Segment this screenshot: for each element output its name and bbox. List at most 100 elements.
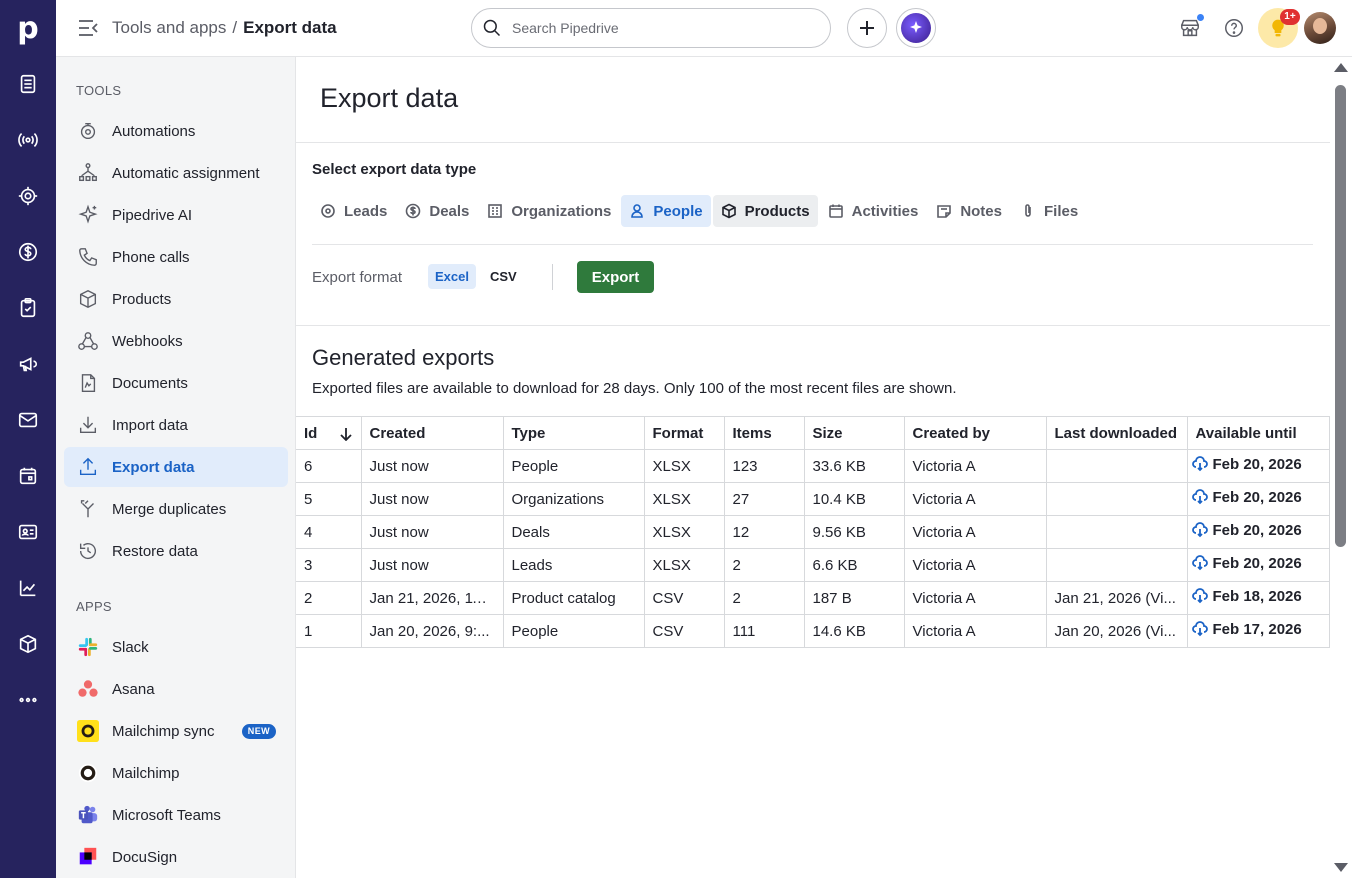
download-link[interactable]: Feb 18, 2026	[1213, 588, 1302, 605]
sidebar-item-phone-calls[interactable]: Phone calls	[64, 237, 288, 277]
scroll-up-arrow-icon[interactable]	[1334, 63, 1348, 72]
column-header-created-by[interactable]: Created by	[903, 416, 1047, 450]
automations-icon	[76, 119, 100, 143]
column-header-type[interactable]: Type	[502, 416, 645, 450]
cell-available-until[interactable]: Feb 20, 2026	[1186, 449, 1330, 483]
column-header-created[interactable]: Created	[360, 416, 504, 450]
column-header-last-downloaded[interactable]: Last downloaded	[1045, 416, 1188, 450]
download-link[interactable]: Feb 20, 2026	[1213, 522, 1302, 539]
cell-format: CSV	[643, 581, 725, 615]
cell-items: 123	[723, 449, 805, 483]
format-excel[interactable]: Excel	[428, 264, 476, 289]
more-icon[interactable]	[0, 680, 56, 720]
vertical-scrollbar[interactable]	[1330, 57, 1352, 878]
cell-items: 2	[723, 548, 805, 582]
mail-icon[interactable]	[0, 400, 56, 440]
table-row: 6 Just now People XLSX 123 33.6 KB Victo…	[296, 449, 1330, 483]
column-header-size[interactable]: Size	[803, 416, 905, 450]
cell-items: 12	[723, 515, 805, 549]
type-organizations[interactable]: Organizations	[479, 195, 619, 227]
type-products[interactable]: Products	[712, 195, 818, 227]
deals-list-icon[interactable]	[0, 64, 56, 104]
cell-id: 4	[296, 515, 362, 549]
scrollbar-thumb[interactable]	[1335, 85, 1346, 547]
column-header-format[interactable]: Format	[643, 416, 725, 450]
sidebar-item-microsoft-teams[interactable]: Microsoft Teams	[64, 795, 288, 835]
sidebar-item-pipedrive-ai[interactable]: Pipedrive AI	[64, 195, 288, 235]
sort-descending-icon[interactable]	[339, 427, 353, 441]
type-notes[interactable]: Notes	[928, 195, 1010, 227]
sidebar-item-merge-duplicates[interactable]: Merge duplicates	[64, 489, 288, 529]
sidebar-item-asana[interactable]: Asana	[64, 669, 288, 709]
type-deals[interactable]: Deals	[397, 195, 477, 227]
calendar-icon[interactable]	[0, 456, 56, 496]
cell-format: XLSX	[643, 482, 725, 516]
cell-available-until[interactable]: Feb 20, 2026	[1186, 482, 1330, 516]
format-csv[interactable]: CSV	[483, 264, 524, 289]
type-leads[interactable]: Leads	[312, 195, 395, 227]
cell-created: Just now	[360, 548, 504, 582]
type-files[interactable]: Files	[1012, 195, 1086, 227]
quick-add-button[interactable]	[847, 8, 887, 48]
sidebar-item-export-data[interactable]: Export data	[64, 447, 288, 487]
cell-available-until[interactable]: Feb 17, 2026	[1186, 614, 1330, 648]
products-icon[interactable]	[0, 624, 56, 664]
collapse-menu-icon[interactable]	[76, 17, 100, 39]
sidebar-item-mailchimp[interactable]: Mailchimp	[64, 753, 288, 793]
help-icon[interactable]	[1220, 14, 1248, 42]
download-link[interactable]: Feb 20, 2026	[1213, 456, 1302, 473]
export-button[interactable]: Export	[577, 261, 654, 293]
column-header-available-until[interactable]: Available until	[1186, 416, 1330, 450]
sidebar-item-webhooks[interactable]: Webhooks	[64, 321, 288, 361]
cell-items: 111	[723, 614, 805, 648]
insights-icon[interactable]	[0, 568, 56, 608]
tasks-icon[interactable]	[0, 288, 56, 328]
breadcrumb-separator: /	[232, 18, 238, 37]
deals-icon[interactable]	[0, 232, 56, 272]
cell-size: 33.6 KB	[803, 449, 905, 483]
breadcrumb-parent[interactable]: Tools and apps	[112, 18, 226, 37]
type-activities[interactable]: Activities	[820, 195, 927, 227]
contacts-card-icon[interactable]	[0, 512, 56, 552]
sidebar-item-products[interactable]: Products	[64, 279, 288, 319]
cell-available-until[interactable]: Feb 18, 2026	[1186, 581, 1330, 615]
sidebar-item-automatic-assignment[interactable]: Automatic assignment	[64, 153, 288, 193]
cell-available-until[interactable]: Feb 20, 2026	[1186, 515, 1330, 549]
sidebar-item-documents[interactable]: Documents	[64, 363, 288, 403]
download-link[interactable]: Feb 17, 2026	[1213, 621, 1302, 638]
search-input[interactable]	[512, 17, 812, 39]
sidebar-item-docusign[interactable]: DocuSign	[64, 837, 288, 877]
campaigns-icon[interactable]	[0, 120, 56, 160]
megaphone-icon[interactable]	[0, 344, 56, 384]
scroll-down-arrow-icon[interactable]	[1334, 863, 1348, 872]
cell-created: Just now	[360, 482, 504, 516]
pipedrive-logo[interactable]: p	[0, 0, 56, 56]
sidebar-item-mailchimp-sync[interactable]: Mailchimp sync NEW	[64, 711, 288, 751]
cell-format: XLSX	[643, 548, 725, 582]
cell-size: 9.56 KB	[803, 515, 905, 549]
cloud-download-icon	[1191, 588, 1208, 604]
download-link[interactable]: Feb 20, 2026	[1213, 555, 1302, 572]
column-header-id[interactable]: Id	[296, 416, 362, 450]
search-box[interactable]	[471, 8, 831, 48]
type-label: Leads	[344, 202, 388, 220]
sidebar-item-slack[interactable]: Slack	[64, 627, 288, 667]
leads-icon[interactable]	[0, 176, 56, 216]
sidebar-item-restore-data[interactable]: Restore data	[64, 531, 288, 571]
type-people[interactable]: People	[621, 195, 711, 227]
column-header-items[interactable]: Items	[723, 416, 805, 450]
webhook-icon	[76, 329, 100, 353]
ai-assistant-button[interactable]	[896, 8, 936, 48]
exports-table: Id Created Type Format Items Size Create…	[296, 416, 1330, 648]
sidebar-item-label: Mailchimp	[112, 764, 180, 782]
type-label: Deals	[429, 202, 470, 220]
cell-available-until[interactable]: Feb 20, 2026	[1186, 548, 1330, 582]
marketplace-icon[interactable]	[1176, 14, 1204, 42]
cell-created-by: Victoria A	[903, 614, 1047, 648]
download-link[interactable]: Feb 20, 2026	[1213, 489, 1302, 506]
sidebar-item-automations[interactable]: Automations	[64, 111, 288, 151]
type-label: Activities	[851, 202, 919, 220]
user-avatar[interactable]	[1304, 12, 1336, 44]
sidebar-item-label: Documents	[112, 374, 188, 392]
sidebar-item-import-data[interactable]: Import data	[64, 405, 288, 445]
